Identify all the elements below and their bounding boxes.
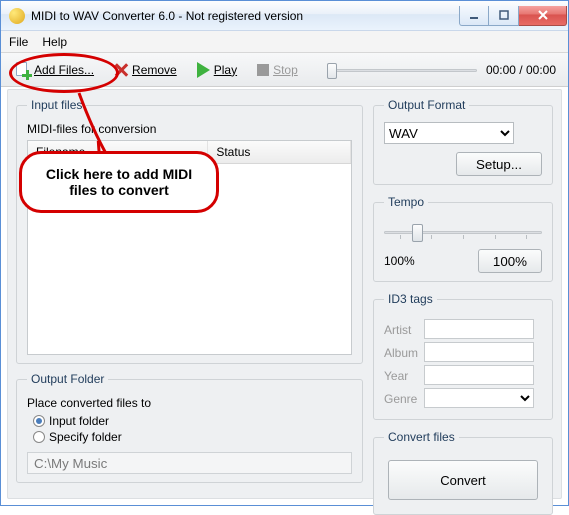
radio-icon — [33, 431, 45, 443]
minimize-button[interactable] — [459, 6, 489, 26]
slider-thumb-icon — [327, 63, 337, 79]
play-button[interactable]: Play — [190, 59, 244, 81]
minimize-icon — [469, 10, 479, 20]
input-files-group: Input files MIDI-files for conversion Fi… — [16, 98, 363, 364]
radio-specify-folder[interactable]: Specify folder — [33, 430, 352, 444]
year-label: Year — [384, 369, 424, 383]
year-input[interactable] — [424, 365, 534, 385]
genre-label: Genre — [384, 392, 424, 406]
app-window: MIDI to WAV Converter 6.0 - Not register… — [0, 0, 569, 506]
output-format-group: Output Format WAV Setup... — [373, 98, 553, 185]
setup-button[interactable]: Setup... — [456, 152, 542, 176]
id3-group: ID3 tags Artist Album Year Genre — [373, 292, 553, 420]
output-folder-subtext: Place converted files to — [27, 396, 352, 410]
app-icon — [9, 8, 25, 24]
annotation-ring — [9, 53, 119, 93]
output-folder-legend: Output Folder — [27, 372, 108, 386]
output-path-input[interactable] — [27, 452, 352, 474]
tempo-slider[interactable] — [384, 221, 542, 245]
maximize-icon — [499, 10, 509, 20]
artist-label: Artist — [384, 323, 424, 337]
menu-file[interactable]: File — [9, 35, 28, 49]
id3-legend: ID3 tags — [384, 292, 437, 306]
title-bar: MIDI to WAV Converter 6.0 - Not register… — [1, 1, 568, 31]
genre-select[interactable] — [424, 388, 534, 408]
slider-thumb-icon — [412, 224, 423, 242]
artist-input[interactable] — [424, 319, 534, 339]
tempo-reset-button[interactable]: 100% — [478, 249, 542, 273]
close-button[interactable] — [519, 6, 567, 26]
output-format-legend: Output Format — [384, 98, 469, 112]
format-select[interactable]: WAV — [384, 122, 514, 144]
tempo-group: Tempo 100% 100% — [373, 195, 553, 282]
tempo-legend: Tempo — [384, 195, 428, 209]
maximize-button[interactable] — [489, 6, 519, 26]
window-title: MIDI to WAV Converter 6.0 - Not register… — [31, 9, 303, 23]
stop-icon — [257, 64, 269, 76]
menu-help[interactable]: Help — [42, 35, 67, 49]
convert-legend: Convert files — [384, 430, 459, 444]
tempo-value: 100% — [384, 254, 415, 268]
output-folder-group: Output Folder Place converted files to I… — [16, 372, 363, 483]
album-input[interactable] — [424, 342, 534, 362]
radio-input-folder[interactable]: Input folder — [33, 414, 352, 428]
stop-button[interactable]: Stop — [250, 60, 305, 80]
time-display: 00:00 / 00:00 — [486, 63, 556, 77]
col-status[interactable]: Status — [208, 141, 351, 163]
convert-group: Convert files Convert — [373, 430, 553, 515]
annotation-callout: Click here to add MIDI files to convert — [19, 151, 219, 213]
window-controls — [459, 6, 567, 26]
album-label: Album — [384, 346, 424, 360]
play-icon — [197, 62, 210, 78]
menu-bar: File Help — [1, 31, 568, 53]
radio-icon — [33, 415, 45, 427]
convert-button[interactable]: Convert — [388, 460, 538, 500]
close-icon — [537, 9, 549, 21]
playback-slider[interactable] — [327, 61, 477, 79]
